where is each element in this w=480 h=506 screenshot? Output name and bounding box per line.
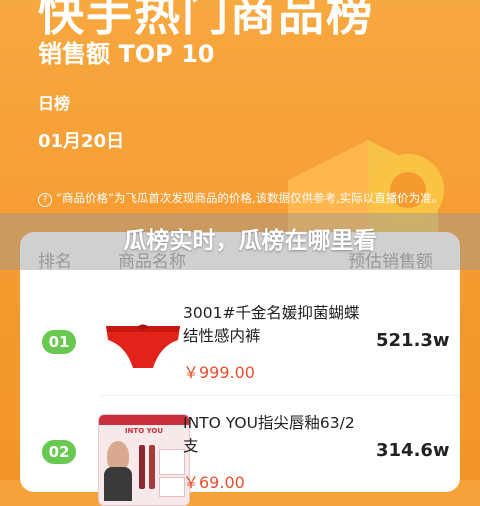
product-name: INTO YOU指尖唇釉63/2支	[183, 414, 355, 455]
rank-badge: 02	[42, 440, 76, 464]
date-label: 01月20日	[38, 131, 125, 152]
product-image-label: INTO YOU	[124, 427, 164, 435]
product-price: ￥999.00	[183, 363, 255, 382]
help-icon: ?	[38, 193, 52, 207]
product-image	[98, 296, 188, 386]
product-price: ￥69.00	[183, 473, 245, 492]
table-row[interactable]: 01 3001#千金名媛抑菌蝴蝶结性感内裤 ￥999.00 521.3w	[20, 286, 460, 396]
rank-badge: 01	[42, 330, 76, 354]
period-label: 日榜	[38, 94, 71, 113]
ranking-subtitle: 销售额 TOP 10	[38, 40, 215, 68]
product-name: 3001#千金名媛抑菌蝴蝶结性感内裤	[183, 304, 360, 345]
product-image: INTO YOU	[98, 414, 190, 506]
estimated-sales: 521.3w	[376, 330, 450, 351]
estimated-sales: 314.6w	[376, 440, 450, 461]
ranking-table: 排名 商品名称 预估销售额 01 3001#千金名媛抑菌蝴蝶结性感内裤 ￥999…	[20, 232, 460, 506]
price-note-text: “商品价格”为飞瓜首次发现商品的价格,该数据仅供参考,实际以直播价为准。	[56, 191, 444, 205]
price-note: ? “商品价格”为飞瓜首次发现商品的价格,该数据仅供参考,实际以直播价为准。	[38, 190, 446, 207]
table-row[interactable]: 02 INTO YOU INTO YOU指尖唇釉63/2支 ￥69.00 314…	[20, 396, 460, 506]
caption-overlay-title: 瓜榜实时，瓜榜在哪里看	[123, 228, 377, 254]
